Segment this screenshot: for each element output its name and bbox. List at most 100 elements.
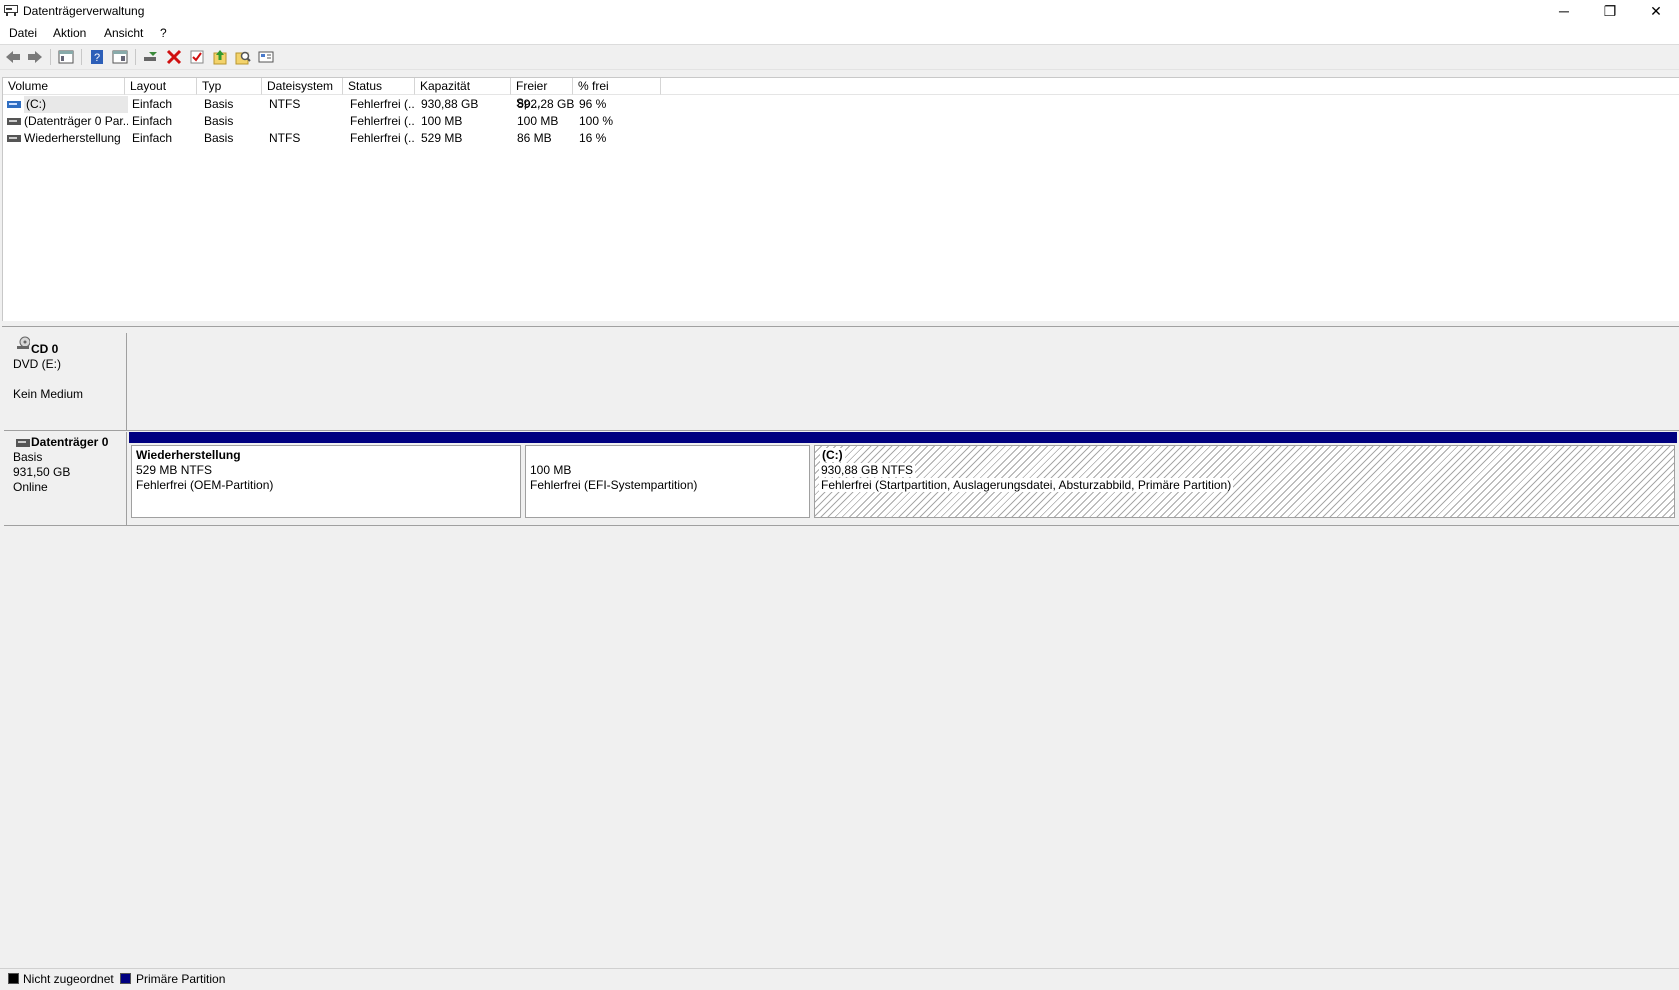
partition-box: Wiederherstellung 529 MB NTFS Fehlerfrei… — [131, 445, 521, 518]
disk-area-cd0[interactable] — [127, 333, 1679, 431]
console-tree-icon[interactable] — [58, 49, 74, 65]
minimize-button[interactable]: ─ — [1541, 0, 1587, 22]
volume-icon — [7, 135, 21, 142]
cell-kapazitaet: 930,88 GB — [421, 97, 479, 111]
partition-c[interactable]: (C:) 930,88 GB NTFS Fehlerfrei (Startpar… — [812, 432, 1677, 520]
cell-freier-speicher: 892,28 GB — [517, 97, 575, 111]
volume-list: Volume Layout Typ Dateisystem Status Kap… — [2, 77, 1679, 322]
legend-bar: Nicht zugeordnet Primäre Partition — [0, 968, 1679, 990]
cell-typ: Basis — [204, 131, 234, 145]
export-list-icon[interactable] — [212, 49, 228, 65]
column-typ[interactable]: Typ — [197, 78, 262, 95]
partition-bar — [812, 432, 1677, 443]
cell-freier-speicher: 100 MB — [517, 114, 559, 128]
forward-icon[interactable] — [27, 49, 43, 65]
disk-state: Online — [13, 480, 48, 494]
partition-size: 100 MB — [530, 463, 572, 477]
menu-aktion[interactable]: Aktion — [53, 26, 86, 40]
restore-button[interactable]: ❐ — [1587, 0, 1633, 22]
cell-typ: Basis — [204, 97, 234, 111]
partition-efi[interactable]: 100 MB Fehlerfrei (EFI-Systempartition) — [523, 432, 812, 520]
help-icon[interactable]: ? — [89, 49, 105, 65]
disk-label-cd0[interactable]: CD 0 DVD (E:) Kein Medium — [4, 333, 127, 431]
column-volume[interactable]: Volume — [3, 78, 125, 95]
disk-type: Basis — [13, 450, 43, 464]
cell-prozent-frei: 16 % — [579, 131, 607, 145]
legend-swatch-unallocated — [8, 973, 19, 984]
column-freier-speicher[interactable]: Freier Sp... — [511, 78, 573, 110]
cell-prozent-frei: 96 % — [579, 97, 607, 111]
connect-disk-icon[interactable] — [143, 49, 159, 65]
title-bar: Datenträgerverwaltung ─ ❐ ✕ — [0, 0, 1679, 22]
cell-layout: Einfach — [132, 131, 173, 145]
toolbar: ? — [0, 45, 1679, 70]
toolbar-separator — [135, 49, 136, 65]
cell-layout: Einfach — [132, 97, 173, 111]
find-icon[interactable] — [235, 49, 251, 65]
disk-area-disk0: Wiederherstellung 529 MB NTFS Fehlerfrei… — [127, 432, 1679, 526]
table-row[interactable]: (Datenträger 0 Par... Einfach Basis Fehl… — [3, 113, 1679, 130]
cd-drive-icon — [17, 336, 30, 349]
partition-status: Fehlerfrei (EFI-Systempartition) — [530, 478, 698, 492]
legend-swatch-primary — [120, 973, 131, 984]
menu-ansicht[interactable]: Ansicht — [104, 26, 143, 40]
partition-recovery[interactable]: Wiederherstellung 529 MB NTFS Fehlerfrei… — [129, 432, 523, 520]
disk-state: Kein Medium — [13, 387, 84, 401]
partition-size: 930,88 GB NTFS — [819, 463, 916, 477]
table-row[interactable]: Wiederherstellung Einfach Basis NTFS Feh… — [3, 130, 1679, 147]
partition-bar — [129, 432, 523, 443]
disk-graphical-view: CD 0 DVD (E:) Kein Medium Datenträger 0 … — [2, 327, 1679, 959]
partition-size: 529 MB NTFS — [136, 463, 213, 477]
column-filler — [661, 78, 1679, 95]
properties-pane-icon[interactable] — [112, 49, 128, 65]
cell-volume: (Datenträger 0 Par... — [24, 114, 128, 128]
cell-layout: Einfach — [132, 114, 173, 128]
volume-icon — [7, 118, 21, 125]
legend-unallocated: Nicht zugeordnet — [23, 972, 114, 986]
cell-typ: Basis — [204, 114, 234, 128]
partition-bar — [523, 432, 812, 443]
cell-volume: Wiederherstellung — [24, 131, 121, 145]
check-icon[interactable] — [189, 49, 205, 65]
menu-datei[interactable]: Datei — [9, 26, 37, 40]
hard-disk-icon — [16, 439, 30, 447]
partition-status: Fehlerfrei (OEM-Partition) — [136, 478, 274, 492]
cell-dateisystem: NTFS — [269, 97, 301, 111]
disk-size: 931,50 GB — [13, 465, 71, 479]
cell-status: Fehlerfrei (... — [350, 97, 414, 111]
partition-label: (C:) — [820, 448, 845, 462]
close-button[interactable]: ✕ — [1633, 0, 1679, 22]
table-row[interactable]: (C:) Einfach Basis NTFS Fehlerfrei (... … — [3, 96, 1679, 113]
cell-prozent-frei: 100 % — [579, 114, 614, 128]
toolbar-separator — [81, 49, 82, 65]
cell-dateisystem: NTFS — [269, 131, 301, 145]
menu-bar: Datei Aktion Ansicht ? — [0, 22, 1679, 45]
column-prozent-frei[interactable]: % frei — [573, 78, 661, 95]
partition-status: Fehlerfrei (Startpartition, Auslagerungs… — [819, 478, 1234, 492]
cell-status: Fehlerfrei (... — [350, 114, 414, 128]
cell-status: Fehlerfrei (... — [350, 131, 414, 145]
partition-box: 100 MB Fehlerfrei (EFI-Systempartition) — [525, 445, 810, 518]
delete-icon[interactable] — [166, 49, 182, 65]
disk-type: DVD (E:) — [13, 357, 61, 371]
cell-freier-speicher: 86 MB — [517, 131, 552, 145]
back-icon[interactable] — [5, 49, 21, 65]
disk-management-app-icon — [4, 5, 18, 16]
column-kapazitaet[interactable]: Kapazität — [415, 78, 511, 95]
column-status[interactable]: Status — [343, 78, 415, 95]
partition-label: Wiederherstellung — [136, 448, 241, 462]
volume-icon — [7, 101, 21, 108]
column-dateisystem[interactable]: Dateisystem — [262, 78, 343, 95]
view-icon[interactable] — [258, 49, 274, 65]
window-title: Datenträgerverwaltung — [23, 4, 145, 18]
disk-name: CD 0 — [31, 342, 59, 356]
legend-primary: Primäre Partition — [136, 972, 226, 986]
column-layout[interactable]: Layout — [125, 78, 197, 95]
toolbar-separator — [50, 49, 51, 65]
cell-kapazitaet: 529 MB — [421, 131, 463, 145]
svg-text:?: ? — [94, 52, 100, 64]
menu-help[interactable]: ? — [160, 26, 167, 40]
partition-box-selected: (C:) 930,88 GB NTFS Fehlerfrei (Startpar… — [814, 445, 1675, 518]
disk-label-disk0[interactable]: Datenträger 0 Basis 931,50 GB Online — [4, 432, 127, 526]
disk-name: Datenträger 0 — [31, 435, 109, 449]
